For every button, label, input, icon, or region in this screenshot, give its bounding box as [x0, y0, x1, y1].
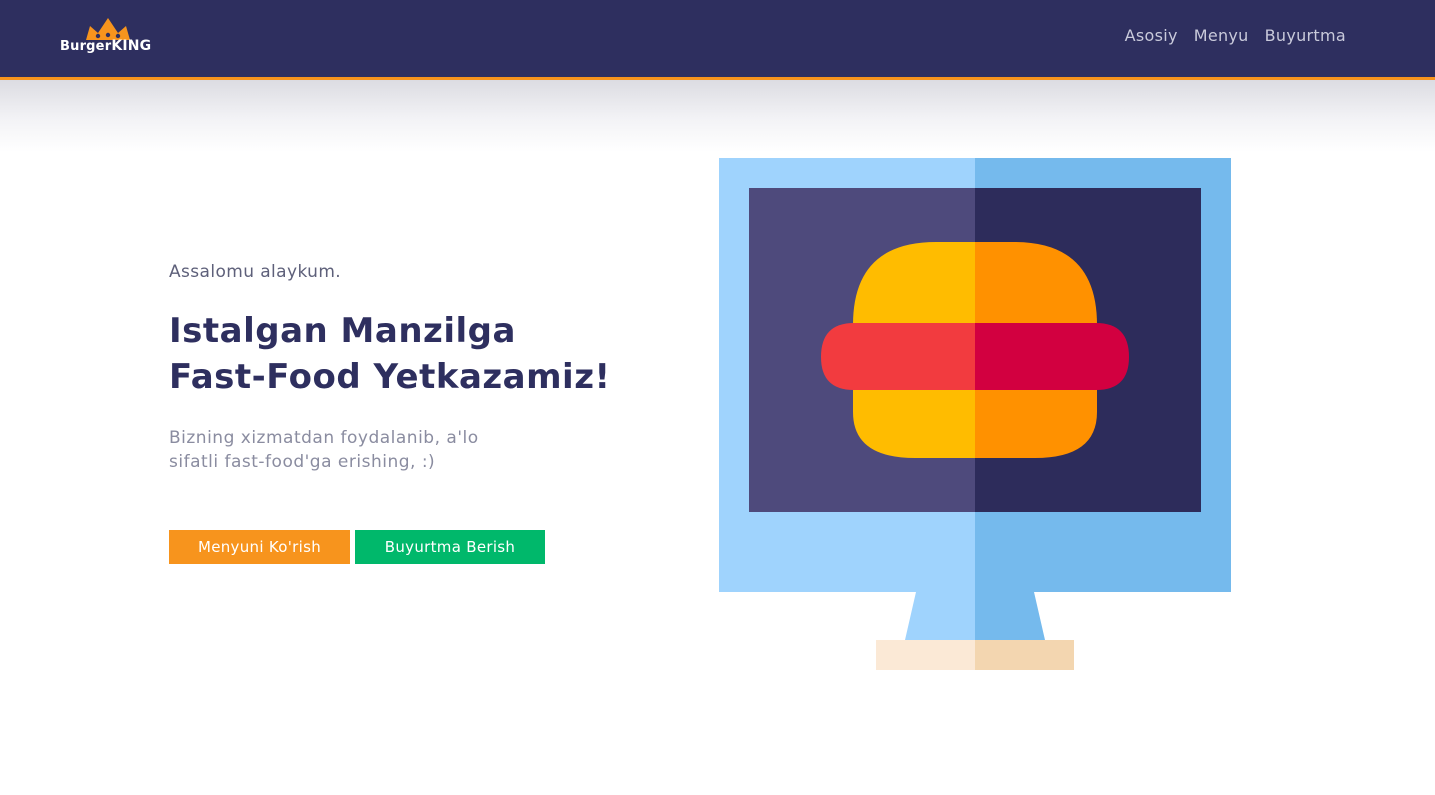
navbar: BurgerKING Asosiy Menyu Buyurtma [0, 0, 1435, 80]
nav-links: Asosiy Menyu Buyurtma [1125, 26, 1346, 45]
hero-actions: Menyuni Ko'rish Buyurtma Berish [169, 530, 545, 564]
subtext-line-2: sifatli fast-food'ga erishing, :) [169, 452, 436, 472]
place-order-button[interactable]: Buyurtma Berish [355, 530, 545, 564]
nav-link-buyurtma[interactable]: Buyurtma [1265, 26, 1346, 45]
monitor-burger-icon [719, 158, 1231, 670]
headline-line-2: Fast-Food Yetkazamiz! [169, 357, 611, 397]
greeting: Assalomu alaykum. [169, 262, 342, 282]
hero-headline: Istalgan Manzilga Fast-Food Yetkazamiz! [169, 308, 649, 400]
nav-link-asosiy[interactable]: Asosiy [1125, 26, 1178, 45]
headline-line-1: Istalgan Manzilga [169, 311, 516, 351]
view-menu-button[interactable]: Menyuni Ko'rish [169, 530, 350, 564]
hero-subtext: Bizning xizmatdan foydalanib, a'lo sifat… [169, 426, 559, 474]
header-shadow [0, 80, 1435, 152]
subtext-line-1: Bizning xizmatdan foydalanib, a'lo [169, 428, 479, 448]
hero-text: Assalomu alaykum. Istalgan Manzilga Fast… [169, 262, 649, 474]
logo-text: BurgerKING [60, 38, 152, 54]
nav-link-menyu[interactable]: Menyu [1194, 26, 1249, 45]
brand-logo[interactable]: BurgerKING [58, 14, 178, 60]
